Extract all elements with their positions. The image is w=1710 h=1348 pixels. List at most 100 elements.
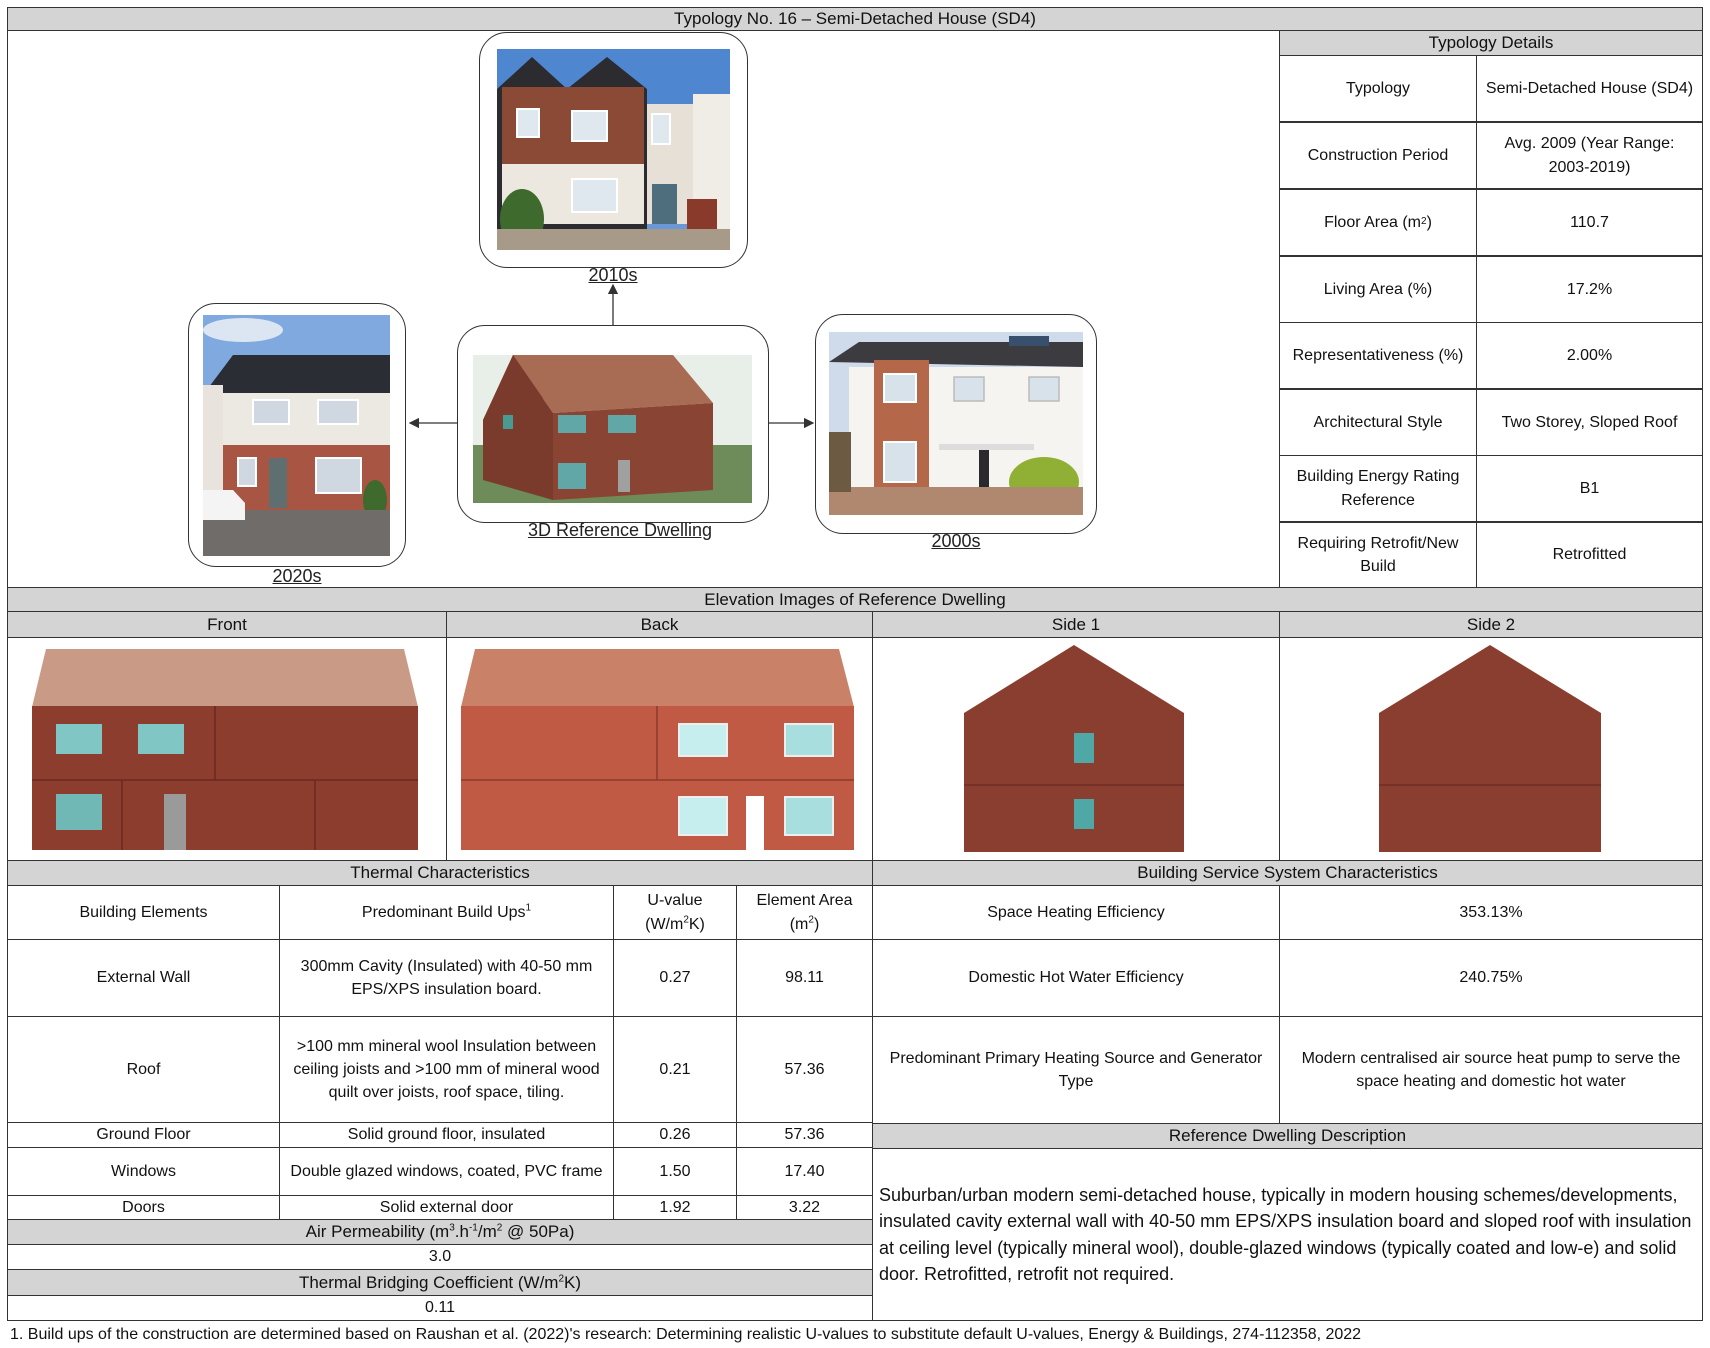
- thermal-uvalue-3-text: 1.50: [659, 1162, 691, 1180]
- thermal-buildup-3: Double glazed windows, coated, PVC frame: [279, 1147, 614, 1196]
- photo-2000s: [829, 332, 1083, 515]
- thermal-uvalue-4: 1.92: [613, 1195, 737, 1220]
- elevation-col-side2: Side 2: [1279, 611, 1703, 638]
- thermal-element-2-text: Ground Floor: [96, 1126, 191, 1144]
- thermal-col-elements-label: Building Elements: [79, 903, 208, 921]
- thermal-buildup-0-text: 300mm Cavity (Insulated) with 40-50 mm E…: [300, 957, 593, 998]
- detail-label-1-text: Construction Period: [1307, 146, 1449, 164]
- thermal-element-4-text: Doors: [122, 1198, 165, 1216]
- detail-value-6: B1: [1476, 455, 1703, 522]
- detail-label-3-text: Living Area (%): [1323, 280, 1433, 298]
- detail-value-4: 2.00%: [1476, 322, 1703, 389]
- detail-label-1: Construction Period: [1279, 122, 1477, 189]
- page-title: Typology No. 16 – Semi-Detached House (S…: [7, 7, 1703, 31]
- detail-label-0-text: Typology: [1345, 79, 1411, 97]
- uvalue-line1: U-value: [647, 892, 703, 910]
- detail-label-5-text: Architectural Style: [1313, 413, 1443, 431]
- typology-details-header: Typology Details: [1279, 30, 1703, 56]
- elevation-col-front-label: Front: [207, 614, 247, 634]
- 3d-dwelling-frame: [457, 325, 769, 523]
- air-perm-b: .h: [454, 1222, 469, 1241]
- uvalue-line2a: (W/m: [645, 915, 684, 933]
- air-perm-sup2: -1: [468, 1222, 478, 1234]
- detail-label-2: Floor Area (m 2): [1279, 189, 1477, 256]
- tbc-b: K): [564, 1272, 582, 1292]
- service-value-2: Modern centralised air source heat pump …: [1279, 1016, 1703, 1124]
- photo-2000s-frame: [815, 314, 1097, 534]
- service-label-0-text: Space Heating Efficiency: [987, 903, 1165, 921]
- thermal-buildup-1: >100 mm mineral wool Insulation between …: [279, 1016, 614, 1123]
- page-title-text: Typology No. 16 – Semi-Detached House (S…: [674, 9, 1036, 28]
- service-label-1-text: Domestic Hot Water Efficiency: [968, 969, 1184, 987]
- tbc-a: Thermal Bridging Coefficient (W/m: [298, 1272, 559, 1292]
- area-line2a: (m: [789, 915, 809, 933]
- detail-value-6-text: B1: [1579, 479, 1600, 497]
- thermal-area-0-text: 98.11: [785, 969, 824, 987]
- thermal-area-0: 98.11: [736, 939, 873, 1017]
- elevation-col-side1-label: Side 1: [1051, 614, 1101, 634]
- thermal-area-3-text: 17.40: [784, 1162, 825, 1180]
- thermal-buildup-4: Solid external door: [279, 1195, 614, 1220]
- services-header-text: Building Service System Characteristics: [1137, 863, 1438, 882]
- detail-value-0-text: Semi-Detached House (SD4): [1485, 79, 1694, 97]
- elevation-col-side1: Side 1: [872, 611, 1280, 638]
- detail-label-3: Living Area (%): [1279, 256, 1477, 323]
- thermal-col-uvalue-label: U-value (W/m2K): [645, 889, 705, 935]
- elevation-side1-image: [964, 645, 1184, 852]
- elevations-header-text: Elevation Images of Reference Dwelling: [704, 589, 1006, 609]
- thermal-bridging-value: 0.11: [7, 1295, 873, 1321]
- label-2000s: 2000s: [931, 531, 981, 551]
- thermal-area-3: 17.40: [736, 1147, 873, 1196]
- service-value-0: 353.13%: [1279, 885, 1703, 940]
- footnote: 1. Build ups of the construction are det…: [10, 1326, 1362, 1343]
- thermal-col-buildups-label: Predominant Build Ups1: [362, 901, 531, 924]
- thermal-element-1-text: Roof: [126, 1060, 161, 1078]
- elevation-col-side2-label: Side 2: [1466, 614, 1516, 634]
- thermal-header: Thermal Characteristics: [7, 860, 873, 886]
- elevation-col-front: Front: [7, 611, 447, 638]
- detail-value-2-text: 110.7: [1570, 213, 1609, 231]
- detail-label-6: Building Energy Rating Reference: [1279, 455, 1477, 522]
- detail-label-7: Requiring Retrofit/New Build: [1279, 522, 1477, 588]
- elevation-col-back-label: Back: [640, 614, 679, 634]
- thermal-uvalue-3: 1.50: [613, 1147, 737, 1196]
- detail-label-end: ): [1426, 213, 1432, 231]
- thermal-element-1: Roof: [7, 1016, 280, 1123]
- thermal-buildup-4-text: Solid external door: [379, 1198, 514, 1216]
- photo-2020s-frame: [188, 303, 406, 567]
- thermal-uvalue-0: 0.27: [613, 939, 737, 1017]
- thermal-element-0-text: External Wall: [96, 969, 191, 987]
- thermal-buildup-2: Solid ground floor, insulated: [279, 1122, 614, 1148]
- thermal-area-2-text: 57.36: [784, 1126, 825, 1144]
- detail-value-1-text: Avg. 2009 (Year Range: 2003-2019): [1504, 135, 1675, 176]
- typology-details-header-text: Typology Details: [1428, 33, 1554, 52]
- service-value-0-text: 353.13%: [1459, 903, 1523, 921]
- detail-value-0: Semi-Detached House (SD4): [1476, 55, 1703, 122]
- detail-value-3-text: 17.2%: [1566, 280, 1613, 298]
- detail-value-5: Two Storey, Sloped Roof: [1476, 389, 1703, 456]
- thermal-uvalue-4-text: 1.92: [659, 1198, 691, 1216]
- thermal-element-4: Doors: [7, 1195, 280, 1220]
- service-label-1: Domestic Hot Water Efficiency: [872, 939, 1280, 1017]
- description-paragraph: Suburban/urban modern semi-detached hous…: [879, 1185, 1692, 1284]
- photo-2010s: [497, 49, 730, 250]
- thermal-buildup-3-text: Double glazed windows, coated, PVC frame: [290, 1162, 603, 1180]
- area-line1: Element Area: [756, 892, 853, 910]
- detail-label-0: Typology: [1279, 55, 1477, 122]
- label-2020s: 2020s: [272, 566, 322, 586]
- photo-2020s: [203, 315, 390, 556]
- thermal-col-buildups: Predominant Build Ups1: [279, 885, 614, 940]
- elevations-header: Elevation Images of Reference Dwelling: [7, 587, 1703, 612]
- service-value-2-text: Modern centralised air source heat pump …: [1301, 1049, 1681, 1090]
- thermal-element-3-text: Windows: [111, 1162, 176, 1180]
- label-3d-reference: 3D Reference Dwelling: [527, 520, 713, 540]
- thermal-bridging-value-text: 0.11: [425, 1299, 455, 1317]
- thermal-area-1: 57.36: [736, 1016, 873, 1123]
- thermal-uvalue-1-text: 0.21: [659, 1060, 691, 1078]
- detail-value-7: Retrofitted: [1476, 522, 1703, 588]
- thermal-uvalue-0-text: 0.27: [659, 969, 691, 987]
- detail-label-2-text: Floor Area (m: [1324, 213, 1422, 231]
- detail-value-7-text: Retrofitted: [1552, 546, 1627, 564]
- description-text: Suburban/urban modern semi-detached hous…: [872, 1148, 1703, 1321]
- thermal-col-uvalue: U-value (W/m2K): [613, 885, 737, 940]
